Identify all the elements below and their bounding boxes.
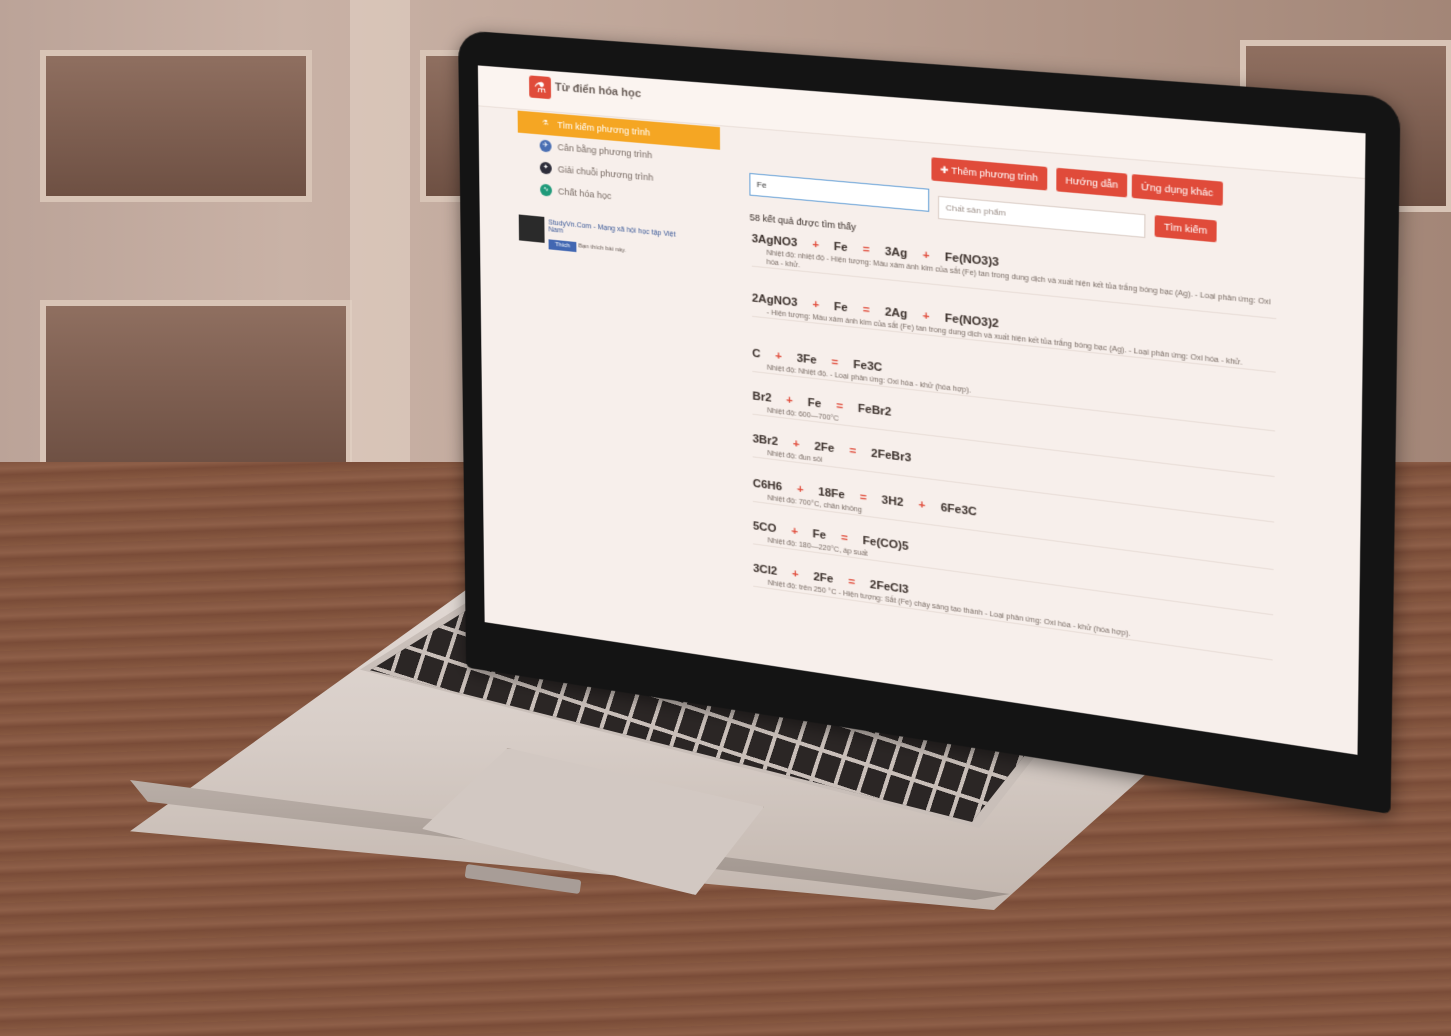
equation-operator: = — [836, 400, 843, 413]
other-apps-button[interactable]: Ứng dụng khác — [1132, 174, 1223, 206]
result-count: 58 kết quả được tìm thấy — [750, 212, 856, 232]
equation-term: 2Ag — [885, 306, 908, 321]
app-title[interactable]: Từ điển hóa học — [555, 81, 641, 100]
sidebar-item-label: Cân bằng phương trình — [557, 142, 652, 160]
equation-term: Fe — [813, 528, 827, 542]
equation-term: Br2 — [752, 390, 771, 404]
equation-operator: = — [863, 304, 870, 317]
equation-operator: + — [793, 438, 800, 451]
equation-term: 2Fe — [814, 441, 834, 456]
equation-operator: + — [812, 299, 819, 312]
equation-term: Fe — [808, 397, 822, 411]
wall-pillar — [350, 0, 410, 470]
fb-thumbnail — [519, 214, 545, 242]
equation-term: FeBr2 — [858, 403, 892, 419]
window-pane — [40, 50, 312, 202]
equation-term: Fe3C — [853, 359, 882, 375]
sidebar: ⚗ Tìm kiếm phương trình ✈ Cân bằng phươn… — [518, 111, 721, 218]
equation-term: 2Fe — [813, 571, 833, 586]
search-button[interactable]: Tìm kiếm — [1155, 215, 1217, 242]
equation-term: C — [752, 347, 760, 360]
flask-logo-icon[interactable]: ⚗ — [529, 75, 551, 99]
reactant-search-input[interactable]: Fe — [749, 173, 929, 212]
equation-operator: + — [786, 394, 793, 407]
fb-like-button[interactable]: Thích — [549, 239, 577, 252]
equation-term: 3Cl2 — [753, 563, 777, 578]
flask-icon: ⚗ — [539, 117, 551, 130]
equation-term: 3Ag — [885, 246, 908, 261]
equation-operator: + — [792, 568, 799, 581]
equation-operator: + — [775, 350, 782, 363]
equation-operator: + — [923, 249, 930, 262]
sidebar-item-label: Giải chuỗi phương trình — [558, 164, 654, 183]
equation-operator: = — [832, 356, 839, 369]
product-search-input[interactable]: Chất sản phẩm — [938, 196, 1145, 238]
guide-button[interactable]: Hướng dẫn — [1056, 168, 1127, 198]
equation-operator: + — [812, 239, 819, 252]
equation-term: C6H6 — [753, 478, 782, 494]
equation-operator: = — [841, 532, 848, 545]
equation-operator: = — [849, 445, 856, 458]
add-equation-button[interactable]: ✚ Thêm phương trình — [931, 157, 1047, 190]
equation-term: 3H2 — [882, 494, 904, 509]
balance-icon: ✈ — [540, 139, 552, 152]
equation-operator: + — [918, 499, 925, 512]
equation-term: Fe — [834, 301, 848, 315]
equation-operator: + — [797, 483, 804, 496]
laptop-screen: ⚗ Từ điển hóa học ⚗ Tìm kiếm phương trìn… — [478, 65, 1366, 754]
sidebar-item-label: Chất hóa học — [558, 186, 612, 201]
equation-term: 18Fe — [818, 486, 845, 502]
equation-term: 3Br2 — [753, 433, 779, 448]
equation-operator: = — [860, 491, 867, 504]
equation-term: Fe — [834, 241, 848, 255]
equation-term: 3Fe — [797, 352, 817, 367]
equation-term: 5CO — [753, 520, 777, 535]
window-pane — [40, 300, 352, 472]
equation-operator: = — [848, 576, 855, 589]
equation-operator: + — [923, 310, 930, 323]
facebook-widget: StudyVn.Com - Mạng xã hội học tập Việt N… — [519, 214, 680, 270]
sidebar-item-label: Tìm kiếm phương trình — [557, 120, 650, 138]
molecule-icon: ∿ — [540, 184, 552, 197]
fb-like-count: Bạn thích bài này. — [578, 243, 626, 254]
equation-operator: = — [863, 243, 870, 256]
equation-operator: + — [791, 525, 798, 538]
chain-icon: ✦ — [540, 162, 552, 175]
